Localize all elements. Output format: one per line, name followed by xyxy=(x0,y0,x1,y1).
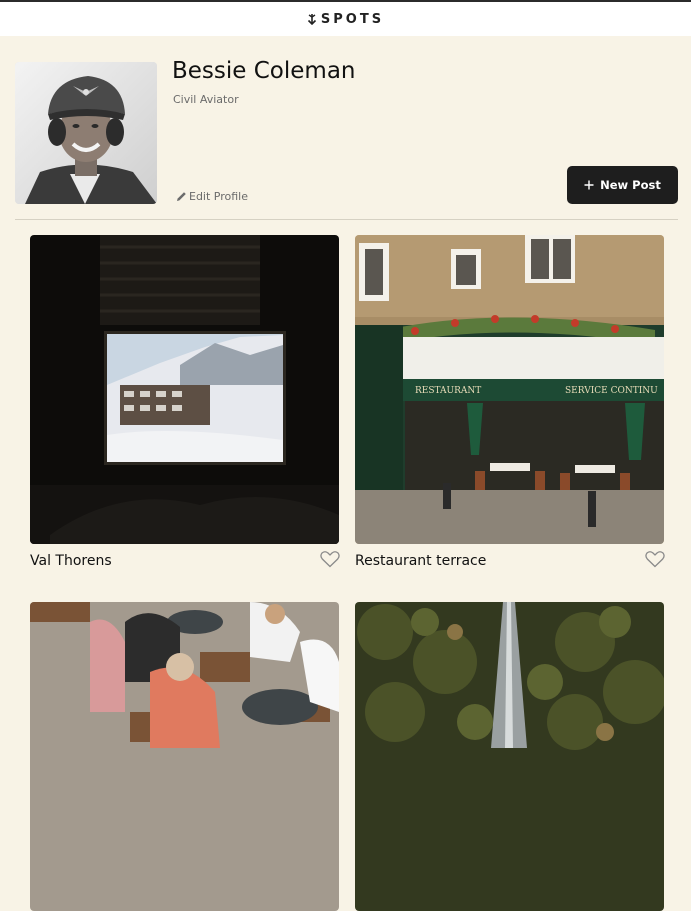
logo-text: SPOTS xyxy=(320,11,385,27)
card-image-forest-bridge[interactable] xyxy=(355,602,664,911)
card-image-restaurant-terrace[interactable]: RESTAURANT SERVICE CONTINU xyxy=(355,235,664,544)
card-image-val-thorens[interactable] xyxy=(30,235,339,544)
awning-text-left: RESTAURANT xyxy=(415,386,481,396)
awning-text-right: SERVICE CONTINU xyxy=(565,386,658,396)
spots-logo[interactable]: SPOTS xyxy=(307,12,384,27)
heart-outline-icon xyxy=(645,551,665,568)
site-header: SPOTS xyxy=(0,2,691,36)
sprout-arrow-icon xyxy=(307,14,316,25)
new-post-button[interactable]: New Post xyxy=(567,166,678,204)
like-button[interactable] xyxy=(320,550,340,568)
card-title: Val Thorens xyxy=(30,553,112,569)
profile-avatar xyxy=(15,62,157,204)
card-image-cafe-crowd[interactable] xyxy=(30,602,339,911)
like-button[interactable] xyxy=(645,550,665,568)
edit-profile-button[interactable]: Edit Profile xyxy=(176,190,248,203)
heart-outline-icon xyxy=(320,551,340,568)
new-post-label: New Post xyxy=(600,178,661,192)
edit-profile-label: Edit Profile xyxy=(189,190,249,203)
card-title: Restaurant terrace xyxy=(355,553,487,569)
profile-description: Civil Aviator xyxy=(173,93,239,106)
profile-divider xyxy=(15,219,678,220)
plus-icon xyxy=(584,180,594,190)
profile-name: Bessie Coleman xyxy=(172,58,356,84)
pencil-icon xyxy=(177,192,186,201)
